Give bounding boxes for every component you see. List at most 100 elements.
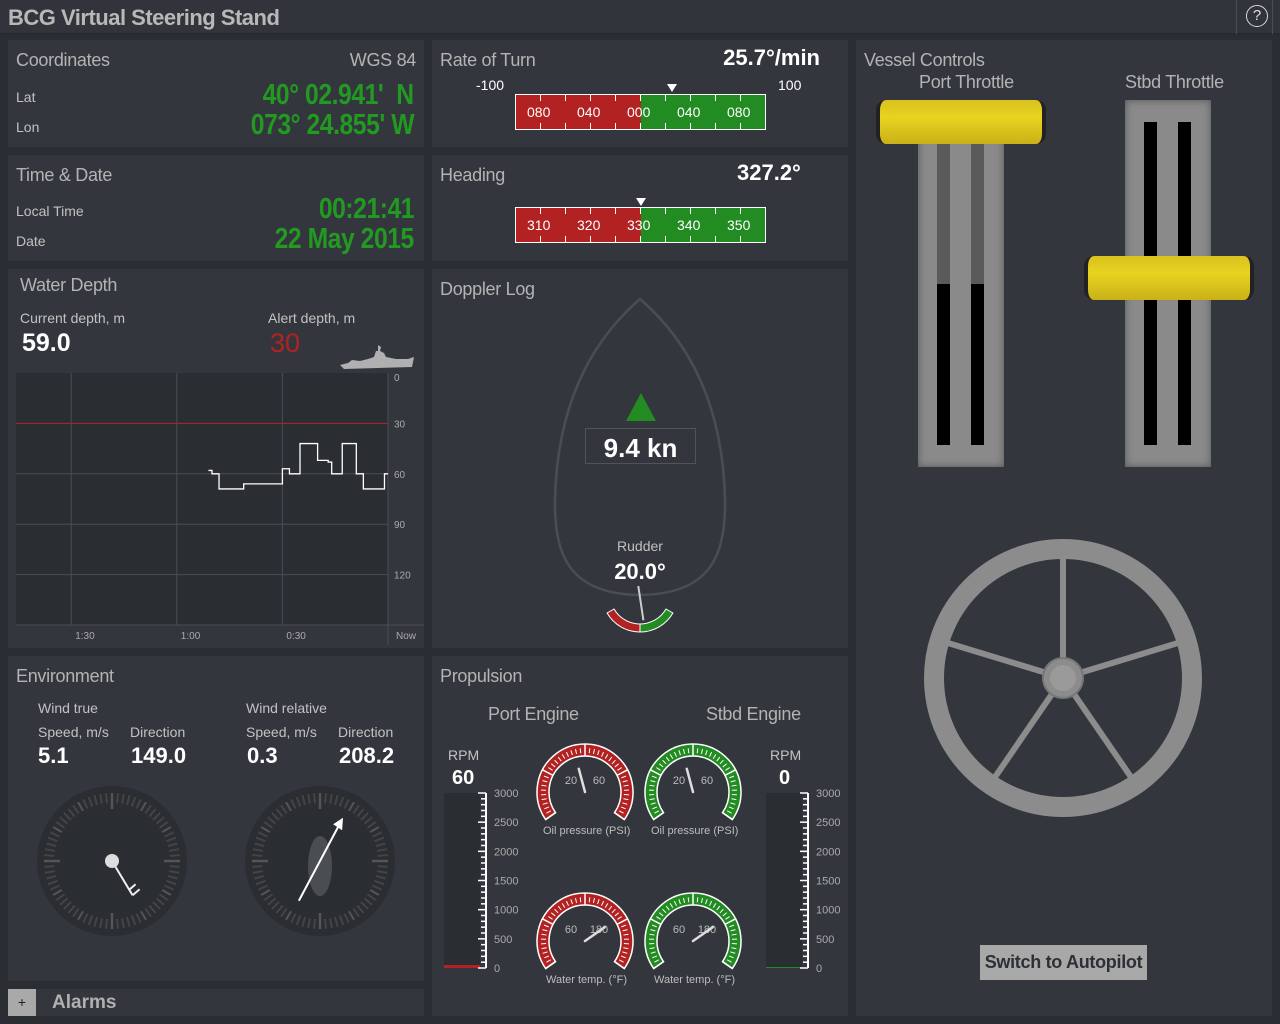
water-depth-panel: Water Depth Current depth, m 59.0 Alert …	[8, 269, 424, 648]
track-slot	[937, 122, 950, 445]
y-tick-label: 60	[394, 470, 406, 481]
wind-true-label: Wind true	[38, 700, 98, 716]
coordinates-panel: Coordinates WGS 84 Lat 40° 02.941' N Lon…	[8, 40, 424, 147]
date-value: 22 May 2015	[274, 223, 415, 255]
datum-label: WGS 84	[349, 50, 417, 70]
gauge-needle	[577, 767, 587, 794]
rpm-scale-label: 1500	[494, 876, 518, 888]
alarms-expand-button[interactable]: +	[8, 989, 36, 1016]
dial-tick	[313, 918, 316, 929]
rate-of-turn-value: 25.7°/min	[723, 45, 820, 70]
wind-relative-label: Wind relative	[246, 700, 327, 716]
rpm-scale-label: 0	[816, 963, 822, 975]
tape-tick	[565, 95, 566, 101]
dial-tick	[377, 854, 388, 857]
switch-to-autopilot-button[interactable]: Switch to Autopilot	[980, 945, 1147, 980]
tape-tick	[690, 208, 691, 214]
rpm-scale-label: 500	[494, 934, 512, 946]
rudder-gauge	[606, 585, 674, 633]
dial-tick	[105, 918, 108, 929]
tape-tick	[640, 123, 641, 129]
port-throttle-label: Port Throttle	[919, 72, 1014, 92]
tape-tick	[590, 95, 591, 101]
dial-tick	[169, 865, 180, 868]
tape-label: 350	[727, 217, 751, 233]
alert-depth-value[interactable]: 30	[270, 328, 300, 359]
rpm-scale-label: 500	[816, 934, 834, 946]
gauge-tick	[687, 748, 690, 754]
tape-label: 330	[627, 217, 651, 233]
rpm-scale-label: 2000	[494, 846, 518, 858]
wind-true-speed-label: Speed, m/s	[38, 724, 109, 740]
tape-tick	[640, 95, 641, 101]
x-tick-label: 1:30	[75, 631, 95, 642]
vessel-controls-panel: Vessel Controls Port Throttle Stbd Throt…	[856, 40, 1272, 1016]
tape-label: 340	[677, 217, 701, 233]
time-date-panel: Time & Date Local Time 00:21:41 Date 22 …	[8, 155, 424, 261]
dial-tick	[324, 793, 327, 804]
port-throttle-handle[interactable]	[876, 100, 1046, 144]
tape-tick	[665, 208, 666, 214]
speed-direction-icon	[626, 393, 656, 421]
rpm-scale-label: 2500	[494, 817, 518, 829]
wind-relative-speed-label: Speed, m/s	[246, 724, 317, 740]
dial-tick	[44, 854, 55, 857]
gauge-tick	[696, 748, 699, 754]
gauge-tick	[687, 897, 690, 903]
rudder-stbd-arc	[639, 608, 674, 633]
tape-tick	[665, 236, 666, 242]
dial-tick	[44, 865, 55, 868]
title-bar: BCG Virtual Steering Stand ?	[0, 0, 1280, 34]
port-throttle-track	[918, 100, 1004, 467]
rudder-port-arc	[606, 608, 641, 633]
panel-title: Vessel Controls	[864, 50, 985, 70]
local-time-label: Local Time	[16, 203, 84, 219]
gauge-scale-label: 60	[593, 775, 605, 787]
alarms-bar[interactable]: + Alarms	[8, 989, 424, 1016]
stbd-water-label: Water temp. (°F)	[654, 974, 735, 986]
dial-tick	[377, 865, 388, 868]
port-water-label: Water temp. (°F)	[546, 974, 627, 986]
tape-tick	[690, 123, 691, 129]
lat-value: 40° 02.941' N	[263, 79, 414, 111]
port-rpm-value: 60	[452, 767, 475, 789]
ship-icon	[340, 345, 414, 369]
tape-tick	[640, 236, 641, 242]
port-rpm-bar	[444, 793, 480, 968]
speed-value: 9.4 kn	[603, 433, 678, 463]
stbd-throttle-handle[interactable]	[1084, 255, 1254, 300]
gauge-tick	[696, 897, 699, 903]
steering-wheel[interactable]	[920, 535, 1210, 825]
tape-tick	[740, 236, 741, 242]
heading-value: 327.2°	[737, 160, 801, 185]
tape-label: 080	[527, 104, 551, 120]
app-title: BCG Virtual Steering Stand	[8, 5, 280, 30]
heading-panel: Heading 327.2° 310 320 330 340 350	[432, 155, 848, 261]
help-icon[interactable]: ?	[1246, 5, 1268, 27]
wind-relative-direction: 208.2	[339, 743, 395, 768]
rudder-label: Rudder	[617, 538, 663, 554]
speed-box: 9.4 kn	[585, 428, 696, 464]
propulsion-panel: Propulsion Port Engine Stbd Engine RPM 6…	[432, 656, 848, 1016]
dial-tick	[116, 793, 119, 804]
rate-of-turn-panel: Rate of Turn 25.7°/min -100 100 080 040 00…	[432, 40, 848, 147]
rpm-scale-label: 1000	[494, 905, 518, 917]
tape-tick	[540, 123, 541, 129]
tape-tick	[590, 123, 591, 129]
tape-tick	[665, 95, 666, 101]
wind-true-dial	[37, 786, 187, 936]
stbd-oil-pressure-gauge: 20 60	[644, 743, 742, 821]
lon-label: Lon	[16, 119, 40, 135]
chart-plot-area	[16, 373, 388, 625]
stbd-engine-label: Stbd Engine	[706, 704, 801, 724]
x-tick-label: 1:00	[181, 631, 201, 642]
dial-tick	[313, 793, 316, 804]
gauge-scale-label: 20	[673, 775, 685, 787]
alarms-label: Alarms	[52, 992, 117, 1013]
rudder-value: 20.0°	[614, 559, 666, 584]
tape-tick	[715, 236, 716, 242]
gauge-scale-label: 60	[565, 924, 577, 936]
rpm-scale-label: 3000	[494, 788, 518, 800]
stbd-rpm-bar	[766, 793, 802, 968]
wind-true-direction-label: Direction	[130, 724, 186, 740]
